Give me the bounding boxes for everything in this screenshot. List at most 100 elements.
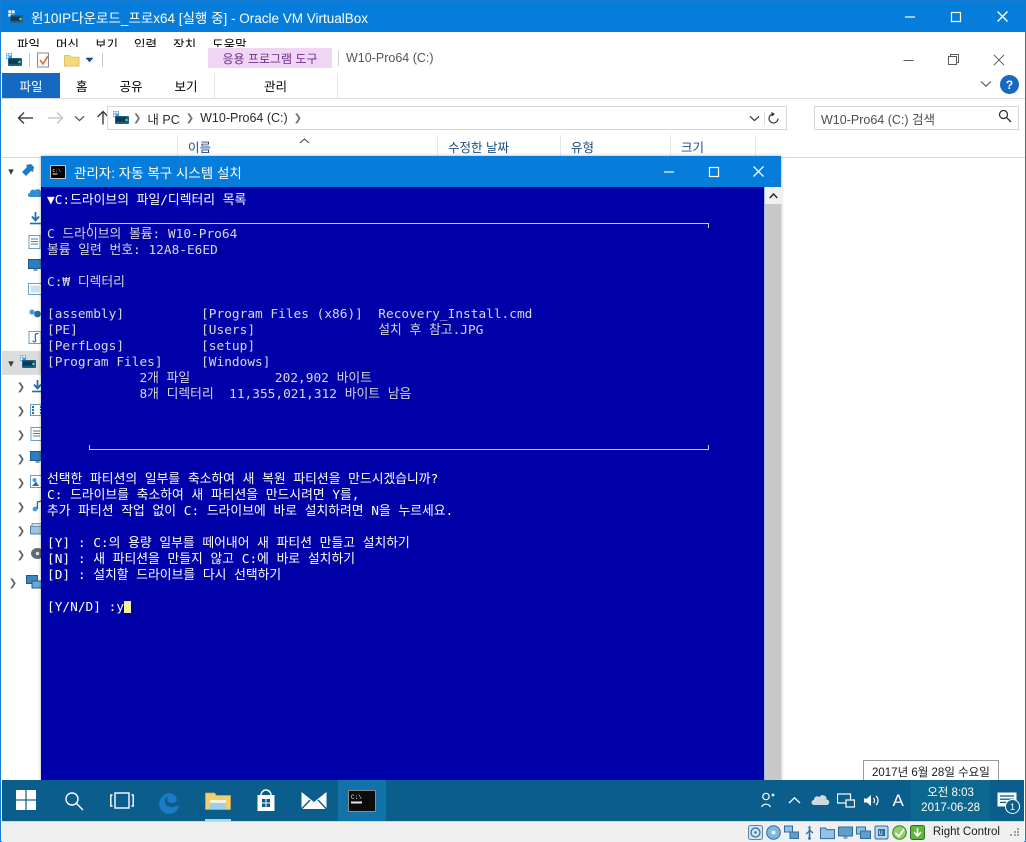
maximize-icon[interactable] [933, 1, 979, 32]
chevron-right-icon[interactable]: ❯ [12, 406, 30, 417]
console-header-line: ▼C:드라이브의 파일/디렉터리 목록 [47, 193, 247, 208]
restore-icon[interactable] [931, 47, 976, 73]
chevron-right-icon[interactable]: ❯ [12, 382, 30, 393]
column-header-size[interactable]: 크기 [670, 135, 755, 158]
breadcrumb-item-drive-c[interactable]: W10-Pro64 (C:) [197, 111, 291, 125]
breadcrumb-separator-0: ❯ [133, 112, 142, 124]
chevron-up-icon[interactable] [765, 187, 782, 204]
column-label: 이름 [188, 141, 212, 155]
chevron-down-icon[interactable] [980, 79, 992, 91]
breadcrumb-item-my-pc[interactable]: 내 PC [144, 109, 182, 128]
console-scrollbar[interactable] [764, 187, 782, 796]
chevron-down-icon[interactable]: ▾ [2, 357, 20, 370]
network-icon[interactable] [783, 825, 799, 840]
search-icon[interactable] [998, 109, 1012, 128]
close-icon[interactable] [976, 47, 1021, 73]
console-titlebar[interactable]: C:\ 관리자: 자동 복구 시스템 설치 [41, 156, 781, 187]
chevron-right-icon[interactable]: ❯ [12, 502, 30, 513]
console-line: 8개 디렉터리 11,355,021,312 바이트 남음 [47, 387, 412, 402]
tab-view[interactable]: 보기 [159, 73, 214, 98]
chevron-down-icon[interactable]: ▾ [2, 165, 20, 178]
contextual-tab-label: 응용 프로그램 도구 [208, 48, 332, 68]
column-label: 수정한 날짜 [448, 141, 509, 155]
task-view-button[interactable] [98, 780, 146, 821]
ribbon-tabs: 파일 홈 공유 보기 관리 [2, 73, 1025, 99]
ime-indicator[interactable]: A [885, 780, 911, 821]
customize-dropdown-icon[interactable] [83, 54, 96, 67]
minimize-icon[interactable] [887, 1, 933, 32]
address-bar-row: ❯ 내 PC ❯ W10-Pro64 (C:) ❯ W10-Pro64 (C:)… [2, 102, 1025, 134]
chevron-right-icon[interactable]: ❯ [12, 478, 30, 489]
chevron-right-icon[interactable]: ❯ [4, 578, 22, 589]
tab-file[interactable]: 파일 [2, 73, 60, 98]
mail-button[interactable] [290, 780, 338, 821]
cmd-icon: C:\ [50, 164, 66, 179]
search-input[interactable]: W10-Pro64 (C:) 검색 [814, 106, 1019, 130]
console-box-tick-right-bottom [708, 445, 709, 450]
shared-folder-icon[interactable] [819, 825, 835, 840]
chevron-down-icon[interactable] [746, 115, 762, 122]
clock[interactable]: 오전 8:03 2017-06-28 [911, 780, 990, 821]
chevron-right-icon[interactable]: ❯ [12, 430, 30, 441]
hard-disk-icon[interactable] [747, 824, 763, 840]
command-prompt-window: C:\ 관리자: 자동 복구 시스템 설치 ▼C:드라이브의 파일/디렉터리 목… [41, 156, 782, 796]
help-button[interactable]: ? [1000, 75, 1019, 94]
column-header-type[interactable]: 유형 [560, 135, 670, 158]
text-cursor [124, 601, 132, 613]
console-line: 2개 파일 202,902 바이트 [47, 371, 372, 386]
refresh-icon[interactable] [764, 111, 782, 125]
console-line: C:₩ 디렉터리 [47, 275, 125, 290]
console-input-line[interactable]: [Y/N/D] :y [47, 600, 132, 616]
console-line: C: 드라이브를 축소하여 새 파티션을 만드시려면 Y를, [47, 488, 360, 503]
network-icon[interactable] [833, 780, 859, 821]
this-pc-icon [113, 111, 130, 125]
back-arrow-icon[interactable] [12, 105, 38, 131]
console-box-bottom-border [89, 449, 709, 450]
store-button[interactable] [242, 780, 290, 821]
pc-icon[interactable] [6, 52, 23, 68]
address-bar[interactable]: ❯ 내 PC ❯ W10-Pro64 (C:) ❯ [107, 106, 787, 130]
column-header-date-modified[interactable]: 수정한 날짜 [437, 135, 560, 158]
action-center-icon[interactable]: 1 [990, 780, 1024, 821]
close-icon[interactable] [979, 1, 1025, 32]
virtualbox-titlebar: 윈10IP다운로드_프로x64 [실행 중] - Oracle VM Virtu… [1, 1, 1025, 32]
usb-icon[interactable] [802, 825, 817, 840]
onedrive-icon[interactable] [807, 780, 833, 821]
host-key-icon[interactable] [909, 824, 925, 840]
search-button[interactable] [50, 780, 98, 821]
file-explorer-button[interactable] [194, 780, 242, 821]
volume-icon[interactable] [859, 780, 885, 821]
people-icon[interactable] [755, 780, 781, 821]
resize-grip[interactable] [1009, 826, 1020, 838]
chevron-right-icon[interactable]: ❯ [12, 526, 30, 537]
console-output-area[interactable]: ▼C:드라이브의 파일/디렉터리 목록 C 드라이브의 볼륨: W10-Pro6… [41, 187, 782, 796]
maximize-icon[interactable] [691, 156, 736, 187]
tab-share[interactable]: 공유 [104, 73, 159, 98]
optical-disk-icon[interactable] [766, 824, 781, 840]
recent-locations-icon[interactable] [70, 105, 88, 131]
console-box-tick-right-top [708, 223, 709, 228]
start-button[interactable] [2, 780, 50, 821]
qat-divider-1 [29, 53, 30, 67]
console-window-controls [646, 156, 781, 187]
minimize-icon[interactable] [646, 156, 691, 187]
command-prompt-button[interactable]: C:\ [338, 780, 386, 821]
minimize-icon[interactable] [886, 47, 931, 73]
tab-manage[interactable]: 관리 [213, 73, 338, 98]
chevron-right-icon[interactable]: ❯ [12, 550, 30, 561]
show-hidden-icons-icon[interactable] [781, 780, 807, 821]
edge-button[interactable] [146, 780, 194, 821]
mouse-integration-icon[interactable] [892, 824, 907, 840]
new-folder-icon[interactable] [64, 53, 80, 67]
close-icon[interactable] [736, 156, 781, 187]
virtualization-icon[interactable]: U [874, 825, 889, 840]
properties-icon[interactable] [36, 52, 51, 69]
ribbon-controls: ? [980, 75, 1019, 94]
search-placeholder: W10-Pro64 (C:) 검색 [821, 112, 935, 127]
display-icon[interactable] [837, 825, 853, 840]
chevron-right-icon[interactable]: ❯ [12, 454, 30, 465]
console-line: [N] : 새 파티션을 만들지 않고 C:에 바로 설치하기 [47, 552, 356, 567]
video-capture-icon[interactable] [855, 825, 871, 840]
quick-access-pin-icon [20, 163, 38, 179]
tab-home[interactable]: 홈 [60, 73, 104, 98]
